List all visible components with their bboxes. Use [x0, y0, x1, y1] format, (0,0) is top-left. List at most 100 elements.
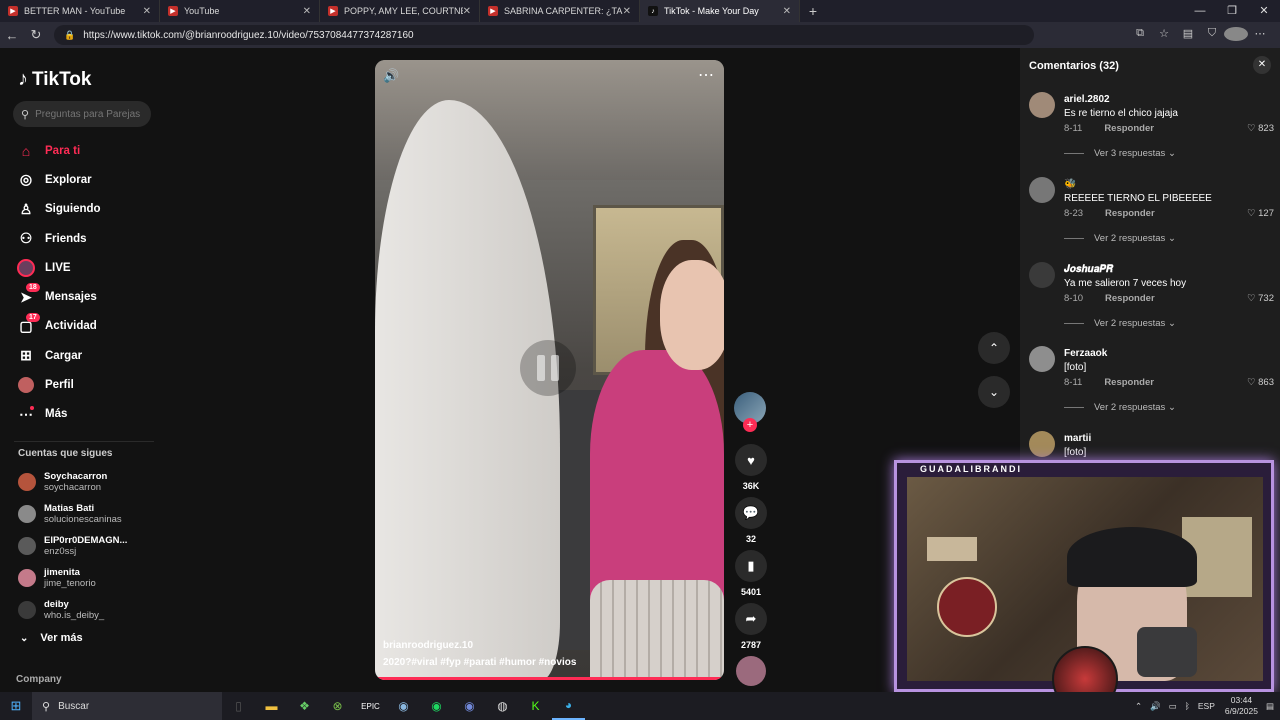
- following-account[interactable]: jimenita jime_tenorio: [18, 562, 127, 594]
- chevron-down-icon[interactable]: ⌄: [978, 376, 1010, 408]
- extension-icon[interactable]: ⧉: [1128, 27, 1152, 44]
- browser-tab[interactable]: ▶SABRINA CARPENTER: ¿TALENTO✕: [480, 0, 640, 22]
- author-avatar[interactable]: +: [734, 392, 766, 432]
- tiktok-logo[interactable]: ♪ TikTok: [18, 68, 91, 91]
- sidebar-item-siguiendo[interactable]: ♙ Siguiendo: [16, 195, 101, 224]
- language-indicator[interactable]: ESP: [1198, 701, 1215, 711]
- view-replies-button[interactable]: Ver 2 respuestas ⌄: [1064, 402, 1176, 413]
- url-field[interactable]: 🔒 https://www.tiktok.com/@brianroodriguez…: [54, 25, 1034, 45]
- browser-tab[interactable]: ▶POPPY, AMY LEE, COURTNEY LAF✕: [320, 0, 480, 22]
- avatar[interactable]: [1029, 346, 1055, 372]
- avatar[interactable]: [1029, 431, 1055, 457]
- chevron-up-icon[interactable]: ⌃: [978, 332, 1010, 364]
- windows-start-icon[interactable]: ⊞: [0, 698, 32, 714]
- close-tab-icon[interactable]: ✕: [303, 6, 311, 17]
- taskbar-search[interactable]: ⚲ Buscar: [32, 692, 222, 720]
- comment-like[interactable]: ♡ 823: [1247, 123, 1274, 134]
- sidebar-item-para-ti[interactable]: ⌂ Para ti: [16, 136, 101, 165]
- comment-icon[interactable]: 💬: [735, 497, 767, 529]
- more-options-icon[interactable]: ⋯: [698, 65, 714, 85]
- close-tab-icon[interactable]: ✕: [143, 6, 151, 17]
- pause-icon[interactable]: [520, 340, 576, 396]
- close-tab-icon[interactable]: ✕: [783, 6, 791, 17]
- avatar[interactable]: [1029, 177, 1055, 203]
- app-icon[interactable]: ❖: [288, 692, 321, 720]
- comment-like[interactable]: ♡ 127: [1247, 208, 1274, 219]
- sidebar-item-friends[interactable]: ⚇ Friends: [16, 224, 101, 253]
- sidebar-item-mensajes[interactable]: ➤ 18 Mensajes: [16, 282, 101, 311]
- share-icon[interactable]: ➦: [735, 603, 767, 635]
- folder-icon[interactable]: ▬: [255, 692, 288, 720]
- obs-icon[interactable]: ◍: [486, 692, 519, 720]
- following-account[interactable]: ElP0rr0DEMAGN... enz0ssj: [18, 530, 127, 562]
- like-action[interactable]: ♥ 36K: [734, 444, 768, 491]
- shield-icon[interactable]: ⛉: [1200, 27, 1224, 44]
- browser-tab-active[interactable]: ♪ TikTok - Make Your Day ✕: [640, 0, 800, 22]
- edge-icon[interactable]: ◕: [552, 692, 585, 720]
- xbox-icon[interactable]: ⊗: [321, 692, 354, 720]
- following-account[interactable]: deiby who.is_deiby_: [18, 594, 127, 626]
- view-replies-button[interactable]: Ver 3 respuestas ⌄: [1064, 148, 1176, 159]
- profile-avatar[interactable]: [1224, 26, 1248, 44]
- comment-like[interactable]: ♡ 732: [1247, 293, 1274, 304]
- sidebar-item-live[interactable]: LIVE: [16, 253, 101, 282]
- browser-tab[interactable]: ▶ YouTube ✕: [160, 0, 320, 22]
- view-replies-button[interactable]: Ver 2 respuestas ⌄: [1064, 233, 1176, 244]
- network-icon[interactable]: ▭: [1169, 701, 1177, 712]
- reply-button[interactable]: Responder: [1105, 208, 1155, 219]
- following-account[interactable]: Matias Bati solucionescaninas: [18, 498, 127, 530]
- close-window-icon[interactable]: ✕: [1248, 0, 1280, 22]
- refresh-icon[interactable]: ↻: [24, 27, 48, 43]
- new-tab-button[interactable]: +: [800, 3, 826, 19]
- favorites-icon[interactable]: ☆: [1152, 27, 1176, 44]
- bookmark-icon[interactable]: ▮: [735, 550, 767, 582]
- company-link[interactable]: Company: [16, 674, 62, 685]
- reply-button[interactable]: Responder: [1104, 377, 1154, 388]
- sidebar-item-mas[interactable]: ⋯ Más: [16, 400, 101, 429]
- minimize-icon[interactable]: —: [1184, 0, 1216, 22]
- spotify-icon[interactable]: ◉: [420, 692, 453, 720]
- notification-icon[interactable]: ▤: [1266, 701, 1274, 712]
- sidebar-item-actividad[interactable]: ▢ 17 Actividad: [16, 312, 101, 341]
- sidebar-item-explorar[interactable]: ◎ Explorar: [16, 165, 101, 194]
- see-more-button[interactable]: ⌄ Ver más: [20, 632, 83, 644]
- volume-icon[interactable]: 🔊: [383, 68, 399, 84]
- reply-button[interactable]: Responder: [1104, 123, 1154, 134]
- comment-action[interactable]: 💬 32: [734, 497, 768, 544]
- chevron-up-icon[interactable]: ⌃: [1135, 701, 1142, 712]
- steam-icon[interactable]: ◉: [387, 692, 420, 720]
- epic-games-icon[interactable]: EPIC: [354, 692, 387, 720]
- back-icon[interactable]: ←: [0, 28, 24, 43]
- video-author[interactable]: brianroodriguez.10: [383, 640, 473, 651]
- bluetooth-icon[interactable]: ᛒ: [1185, 701, 1190, 711]
- close-icon[interactable]: ✕: [1253, 56, 1271, 74]
- view-replies-button[interactable]: Ver 2 respuestas ⌄: [1064, 318, 1176, 329]
- save-action[interactable]: ▮ 5401: [734, 550, 768, 597]
- collections-icon[interactable]: ▤: [1176, 27, 1200, 44]
- discord-icon[interactable]: ◉: [453, 692, 486, 720]
- follow-plus-icon[interactable]: +: [743, 418, 757, 432]
- heart-icon[interactable]: ♥: [735, 444, 767, 476]
- reply-button[interactable]: Responder: [1105, 293, 1155, 304]
- video-player[interactable]: 🔊 ⋯ brianroodriguez.10 2020?#viral #fyp …: [375, 60, 724, 680]
- restore-icon[interactable]: ❐: [1216, 0, 1248, 22]
- following-account[interactable]: Soychacarron soychacarron: [18, 466, 127, 498]
- browser-tab[interactable]: ▶ BETTER MAN - YouTube ✕: [0, 0, 160, 22]
- avatar[interactable]: [1029, 92, 1055, 118]
- share-action[interactable]: ➦ 2787: [734, 603, 768, 650]
- menu-dots-icon[interactable]: ⋯: [1248, 27, 1272, 44]
- taskview-icon[interactable]: ▯: [222, 692, 255, 720]
- sidebar-item-perfil[interactable]: Perfil: [16, 370, 101, 399]
- avatar[interactable]: [1029, 262, 1055, 288]
- music-disc[interactable]: [736, 656, 766, 686]
- close-tab-icon[interactable]: ✕: [623, 6, 631, 17]
- volume-icon[interactable]: 🔊: [1150, 701, 1161, 712]
- comment-user-emoji[interactable]: 🐝: [1064, 179, 1076, 190]
- clock[interactable]: 03:44 6/9/2025: [1225, 695, 1258, 717]
- search-input[interactable]: [35, 108, 146, 120]
- comment-like[interactable]: ♡ 863: [1247, 377, 1274, 388]
- kick-icon[interactable]: K: [519, 692, 552, 720]
- close-tab-icon[interactable]: ✕: [463, 6, 471, 17]
- search-box[interactable]: ⚲: [13, 101, 151, 127]
- video-progress-bar[interactable]: [375, 677, 724, 680]
